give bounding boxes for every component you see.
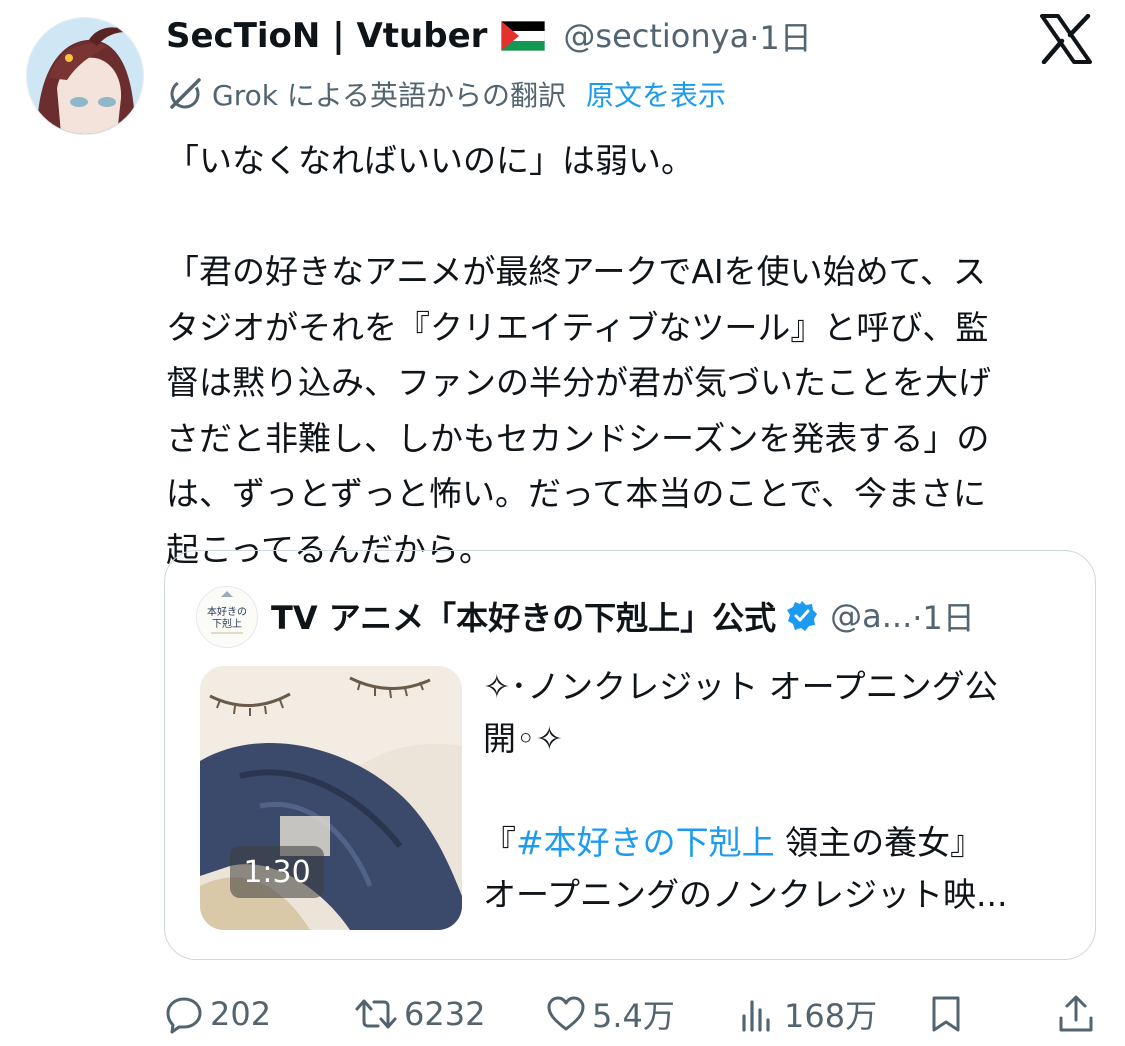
view-count: 168万 [784,997,878,1035]
quote-author-avatar[interactable]: 本好きの 下剋上 [196,586,258,648]
tweet-line: 督は黙り込み、ファンの半分が君が気づいたことを大げ [166,363,991,402]
post-time[interactable]: ·1日 [749,13,812,59]
action-bar: 202 6232 5.4万 168万 [0,986,1125,1042]
author-avatar[interactable] [26,17,144,135]
bookmark-icon [932,996,960,1032]
tweet-line: タジオがそれを『クリエイティブなツール』と呼び、監 [166,307,989,347]
tweet-line: さだと非難し、しかもセカンドシーズンを発表する」の [166,418,990,458]
quote-author-header: TV アニメ「本好きの下剋上」公式 @a... ·1日 [271,591,975,641]
grok-icon [170,78,201,109]
verified-badge-icon [787,601,818,631]
like-count: 5.4万 [592,997,675,1035]
views-button[interactable]: 168万 [738,986,877,1042]
quote-text: ✧･ノンクレジット オープニング公 開◦✧ 『#本好きの下剋上 領主の養女』 オ… [483,661,1063,921]
reply-count: 202 [210,995,272,1033]
quote-line: ✧･ノンクレジット オープニング公 [483,667,998,706]
quoted-tweet-card[interactable]: 本好きの 下剋上 TV アニメ「本好きの下剋上」公式 @a... ·1日 1:3… [164,550,1096,960]
share-icon [1059,995,1093,1032]
x-logo-icon [1040,14,1092,64]
tweet-text: 「いなくなればいいのに」は弱い。 「君の好きなアニメが最終アークでAIを使い始め… [166,133,1086,577]
like-button[interactable]: 5.4万 [546,986,675,1042]
quote-line: オープニングのノンクレジット映... [483,875,1008,914]
quote-time[interactable]: ·1日 [912,593,975,639]
bookmark-button[interactable] [926,986,966,1042]
show-original-link[interactable]: 原文を表示 [586,74,726,114]
quote-display-name[interactable]: TV アニメ「本好きの下剋上」公式 [271,593,776,639]
quote-line: 開◦✧ [483,719,564,758]
retweet-button[interactable]: 6232 [354,986,485,1042]
avatar-logo-line: 本好きの [207,605,247,618]
reply-icon [166,997,202,1034]
heart-icon [547,996,585,1031]
quote-handle[interactable]: @a... [830,597,912,635]
avatar-logo-line: 下剋上 [212,618,242,630]
anime-logo-avatar: 本好きの 下剋上 [197,587,257,647]
author-header: SecTioN | Vtuber @sectionya ·1日 [166,12,812,60]
retweet-icon [355,999,397,1029]
reply-button[interactable]: 202 [164,986,271,1042]
video-duration-badge: 1:30 [230,846,324,898]
video-thumbnail[interactable]: 1:30 [200,666,462,930]
share-button[interactable] [1056,986,1096,1042]
author-display-name[interactable]: SecTioN | Vtuber [166,16,487,56]
tweet-paragraph-1: 「いなくなればいいのに」は弱い。 [166,141,694,180]
quote-line: 『#本好きの下剋上 領主の養女』 [483,823,984,862]
retweet-count: 6232 [404,995,486,1033]
author-handle[interactable]: @sectionya [563,17,749,55]
hashtag-link[interactable]: #本好きの下剋上 [516,823,775,862]
translation-line: Grok による英語からの翻訳 原文を表示 [166,72,726,116]
views-chart-icon [742,1000,770,1032]
tweet-line: は、ずっとずっと怖い。だって本当のことで、今まさに [166,474,987,513]
tweet-line: 「君の好きなアニメが最終アークでAIを使い始めて、ス [166,252,987,291]
avatar-image [27,18,143,134]
palestine-flag-icon [501,21,546,51]
translation-label: Grok による英語からの翻訳 [212,79,567,112]
